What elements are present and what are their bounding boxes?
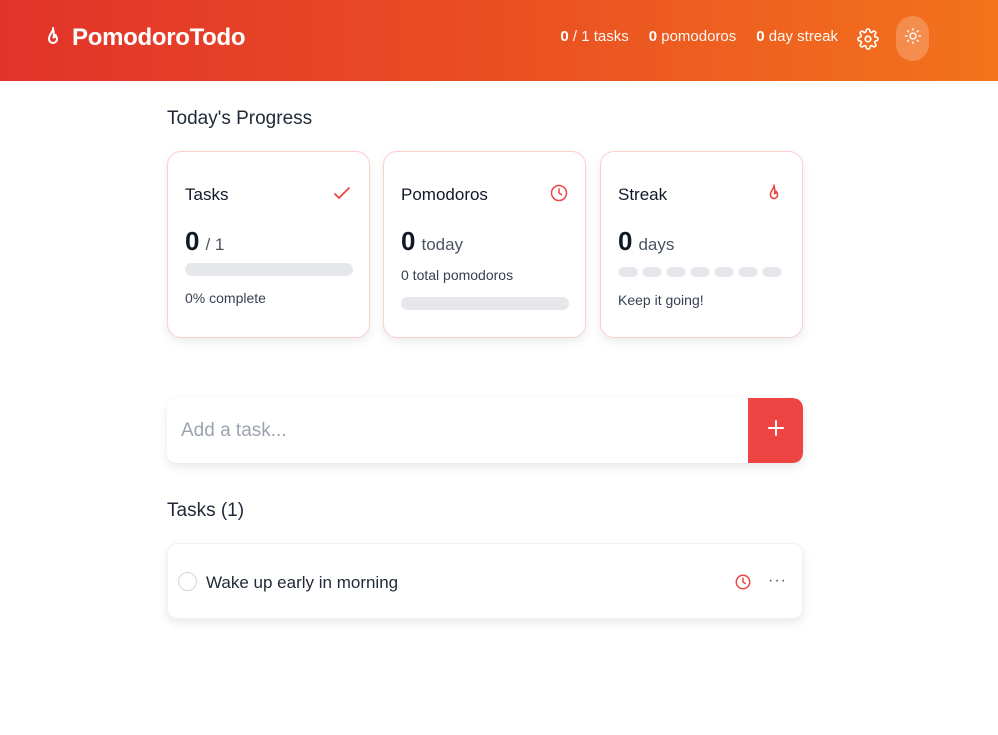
streak-day-indicators <box>618 267 782 277</box>
streak-card-suffix: days <box>638 235 675 254</box>
tasks-card-title: Tasks <box>185 185 229 204</box>
pomodoros-card-number: 0 <box>401 226 416 256</box>
streak-card-note: Keep it going! <box>618 292 704 308</box>
streak-day-dot <box>714 267 734 277</box>
add-task-input[interactable] <box>167 398 748 463</box>
check-icon <box>333 183 353 205</box>
streak-day-dot <box>618 267 638 277</box>
gear-icon[interactable] <box>857 28 879 50</box>
tasks-card: Tasks 0 / 1 0% complete <box>167 151 370 338</box>
task-item: Wake up early in morning ··· <box>167 543 803 619</box>
streak-day-dot <box>666 267 686 277</box>
streak-day-dot <box>642 267 662 277</box>
tasks-done-count: 0 <box>560 28 569 45</box>
tasks-total-label: / 1 tasks <box>572 28 629 45</box>
task-text[interactable]: Wake up early in morning <box>206 573 398 593</box>
streak-card-number: 0 <box>618 226 633 256</box>
tasks-card-note: 0% complete <box>185 290 266 306</box>
flame-icon <box>766 183 786 205</box>
header-stats: 0 / 1 tasks 0 pomodoros 0 day streak <box>560 28 838 45</box>
tasks-card-value: 0 / 1 <box>185 226 224 257</box>
tasks-card-number: 0 <box>185 226 200 256</box>
pomodoros-label: pomodoros <box>661 28 737 45</box>
add-task-form <box>167 398 803 463</box>
flame-icon <box>44 26 62 50</box>
streak-card-title: Streak <box>618 185 668 204</box>
streak-count: 0 <box>756 28 765 45</box>
streak-day-dot <box>762 267 782 277</box>
pomodoros-card-note: 0 total pomodoros <box>401 267 514 283</box>
streak-stat: 0 day streak <box>756 28 838 45</box>
progress-title: Today's Progress <box>167 108 313 129</box>
add-task-button[interactable] <box>748 398 803 463</box>
tasks-progress-bar <box>185 263 353 276</box>
task-more-options-icon[interactable]: ··· <box>768 572 787 590</box>
streak-label: day streak <box>768 28 838 45</box>
streak-card-value: 0 days <box>618 226 674 257</box>
plus-icon <box>767 419 785 442</box>
pomodoros-card-value: 0 today <box>401 226 463 257</box>
start-pomodoro-clock-icon[interactable] <box>734 572 752 592</box>
app-header: PomodoroTodo 0 / 1 tasks 0 pomodoros 0 d… <box>0 0 998 81</box>
pomodoros-progress-bar <box>401 297 569 310</box>
brand[interactable]: PomodoroTodo <box>44 24 246 52</box>
clock-icon <box>549 183 569 205</box>
pomodoros-card-suffix: today <box>421 235 464 254</box>
tasks-stat: 0 / 1 tasks <box>560 28 628 45</box>
pomodoros-count: 0 <box>648 28 658 45</box>
tasks-card-suffix: / 1 <box>205 235 225 254</box>
sun-icon <box>904 27 922 50</box>
pomodoros-card: Pomodoros 0 today 0 total pomodoros <box>383 151 586 338</box>
streak-day-dot <box>690 267 710 277</box>
theme-toggle-button[interactable] <box>896 16 929 61</box>
app-name: PomodoroTodo <box>72 24 246 51</box>
pomodoros-card-title: Pomodoros <box>401 185 488 204</box>
streak-day-dot <box>738 267 758 277</box>
tasks-section-title: Tasks (1) <box>167 500 245 521</box>
streak-card: Streak 0 days Keep it going! <box>600 151 803 338</box>
task-complete-checkbox[interactable] <box>178 572 197 591</box>
pomodoros-stat: 0 pomodoros <box>649 28 737 45</box>
